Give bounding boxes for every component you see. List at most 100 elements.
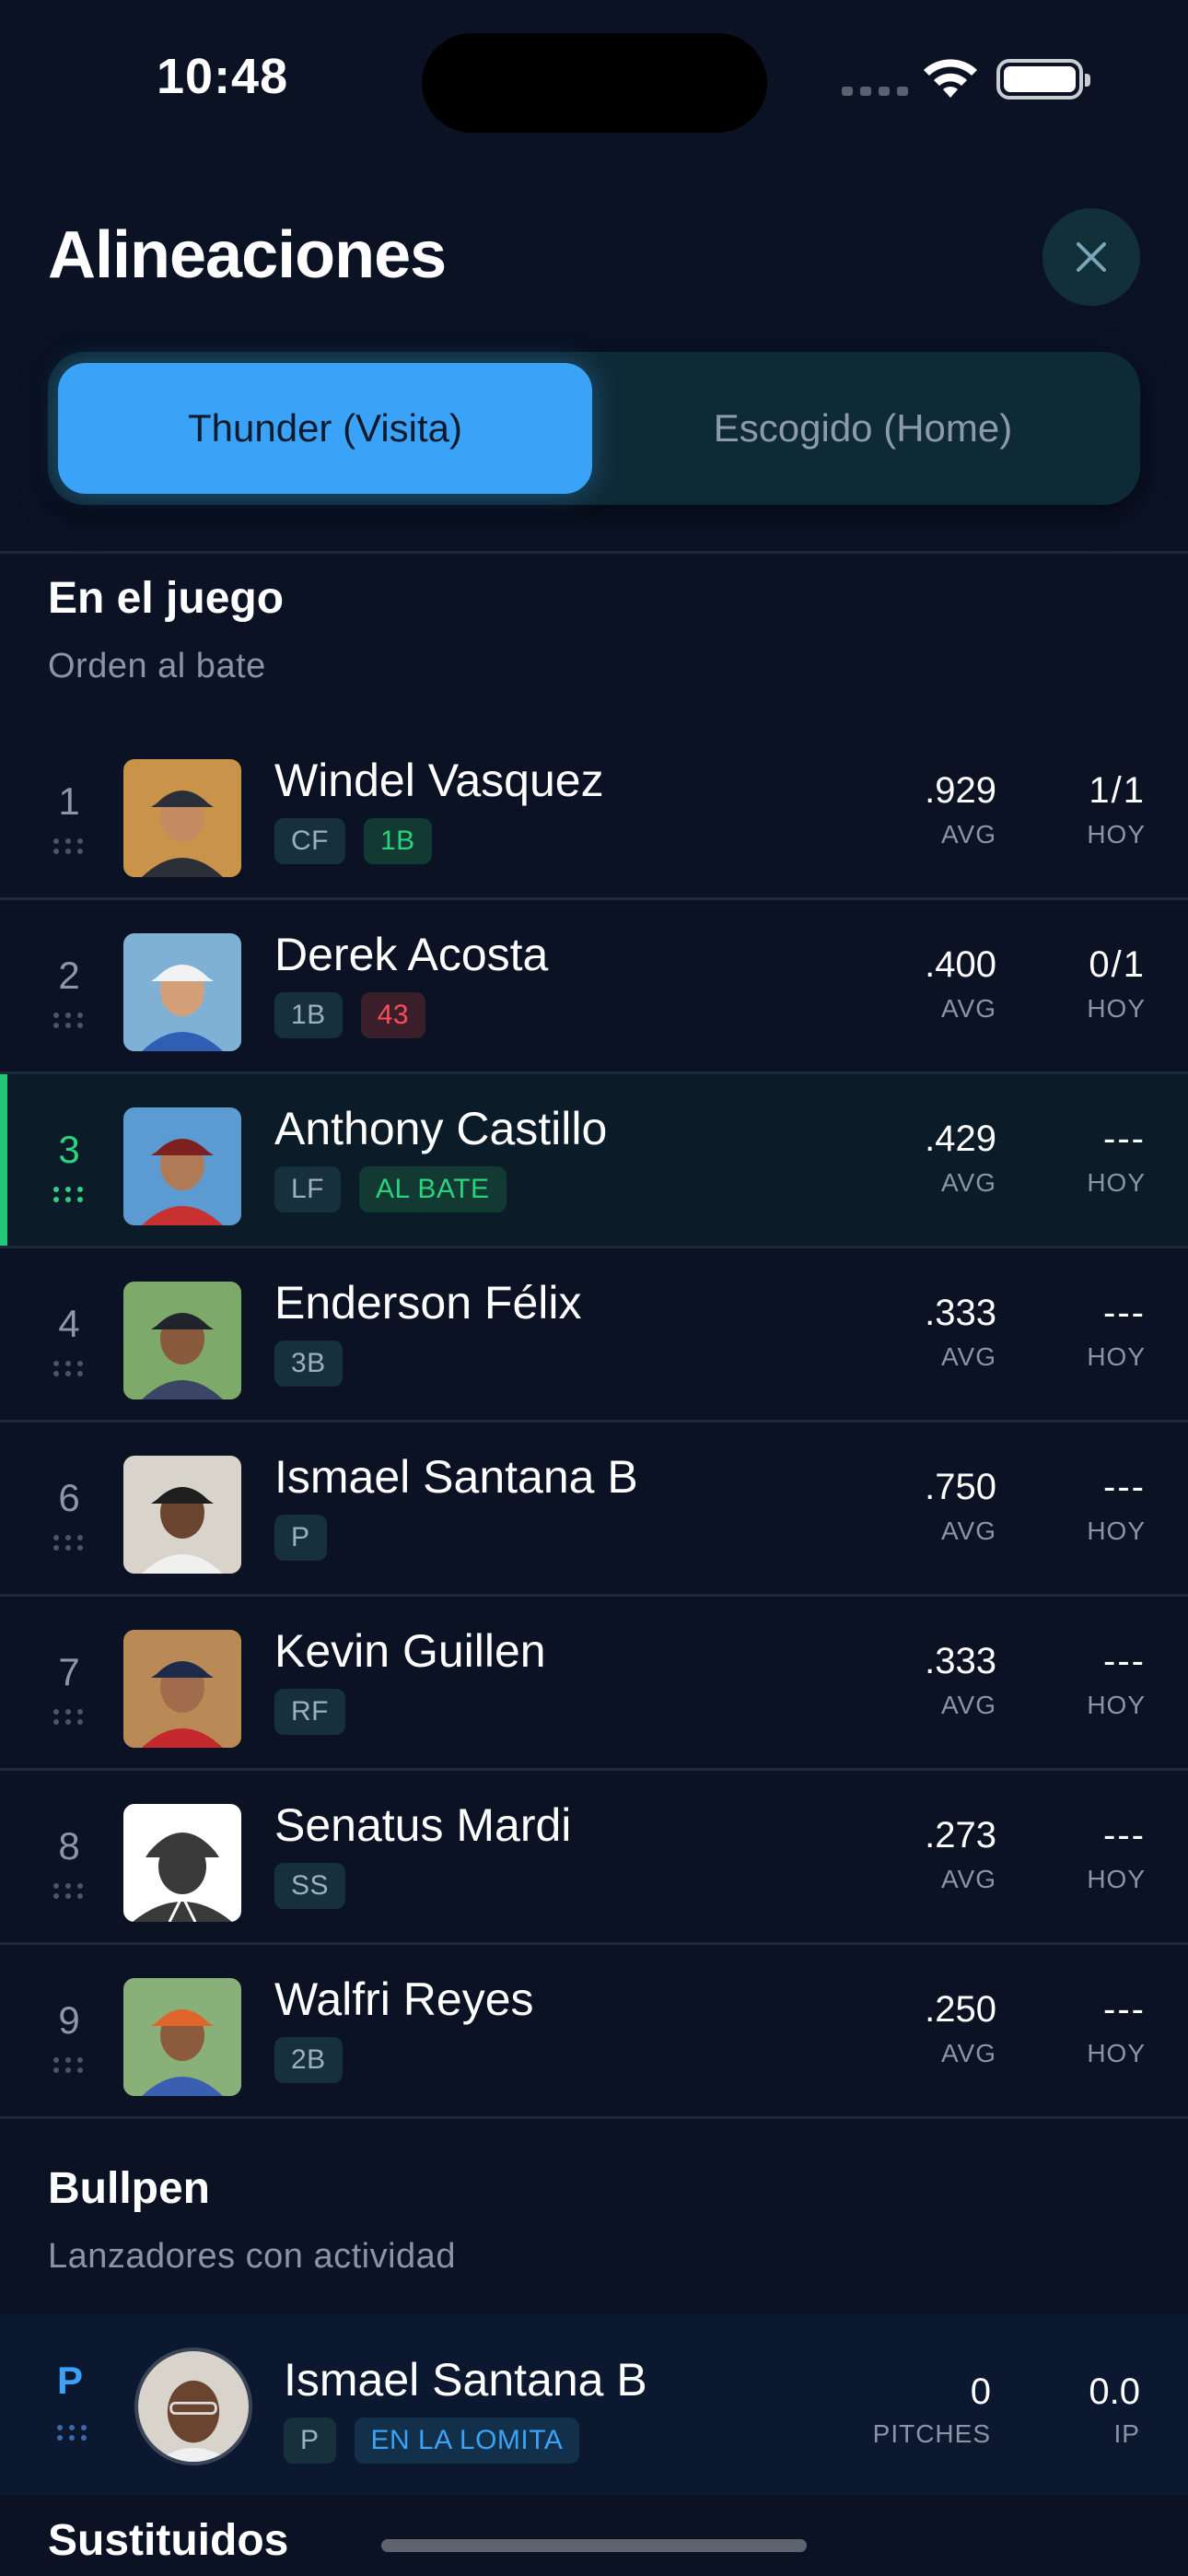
close-button[interactable] bbox=[1042, 208, 1140, 306]
team-segmented-control: Thunder (Visita) Escogido (Home) bbox=[48, 352, 1140, 505]
home-indicator[interactable] bbox=[381, 2539, 807, 2552]
drag-handle-icon[interactable] bbox=[53, 838, 83, 854]
innings-pitched-value: 0.0 bbox=[1089, 2371, 1140, 2412]
drag-handle-icon[interactable] bbox=[53, 1013, 83, 1028]
today-label: HOY bbox=[1087, 1691, 1146, 1719]
avg-label: AVG bbox=[940, 994, 996, 1023]
bullpen-badges: P EN LA LOMITA bbox=[284, 2418, 580, 2464]
drag-handle-icon[interactable] bbox=[53, 1883, 83, 1899]
batting-order: 2 bbox=[58, 954, 80, 997]
position-badge: P bbox=[284, 2418, 336, 2464]
drag-handle-icon[interactable] bbox=[53, 1187, 83, 1202]
avg-value: .429 bbox=[925, 1118, 996, 1159]
batting-order: 9 bbox=[58, 1998, 80, 2042]
position-badge: RF bbox=[274, 1689, 345, 1735]
avg-label: AVG bbox=[940, 1342, 996, 1371]
lineup-row[interactable]: 6 Ismael Santana B P .750 AVG --- HOY bbox=[0, 1423, 1188, 1597]
avg-label: AVG bbox=[940, 1516, 996, 1545]
section-subtitle-bullpen: Lanzadores con actividad bbox=[48, 2237, 456, 2276]
avg-value: .333 bbox=[925, 1293, 996, 1333]
pitches-value: 0 bbox=[970, 2371, 991, 2412]
avatar bbox=[123, 1978, 241, 2096]
avg-label: AVG bbox=[940, 2039, 996, 2067]
avatar bbox=[123, 1456, 241, 1574]
today-label: HOY bbox=[1087, 1865, 1146, 1893]
status-badge: 1B bbox=[364, 818, 432, 864]
today-value: --- bbox=[1103, 1467, 1146, 1507]
today-label: HOY bbox=[1087, 820, 1146, 849]
batting-order: 1 bbox=[58, 779, 80, 823]
lineup-row[interactable]: 7 Kevin Guillen RF .333 AVG --- HOY bbox=[0, 1597, 1188, 1771]
lineup-row[interactable]: 1 Windel Vasquez CF 1B .929 AVG 1/1 HOY bbox=[0, 726, 1188, 900]
tab-home-team[interactable]: Escogido (Home) bbox=[596, 363, 1130, 494]
today-value: --- bbox=[1103, 1815, 1146, 1856]
drag-handle-icon[interactable] bbox=[53, 1361, 83, 1376]
lineup-row[interactable]: 8 Senatus Mardi SS .273 AVG --- HOY bbox=[0, 1771, 1188, 1945]
today-value: --- bbox=[1103, 1293, 1146, 1333]
batting-order: 4 bbox=[58, 1302, 80, 1345]
innings-pitched-label: IP bbox=[1113, 2419, 1140, 2448]
position-badge: 3B bbox=[274, 1341, 343, 1387]
avatar bbox=[123, 1282, 241, 1399]
player-name: Derek Acosta bbox=[274, 929, 549, 980]
avatar bbox=[123, 759, 241, 877]
drag-handle-icon[interactable] bbox=[53, 1535, 83, 1551]
player-name: Senatus Mardi bbox=[274, 1799, 572, 1851]
divider bbox=[0, 551, 1188, 554]
lineup-row[interactable]: 3 Anthony Castillo LF AL BATE .429 AVG --… bbox=[0, 1074, 1188, 1248]
avg-label: AVG bbox=[940, 1168, 996, 1197]
avatar bbox=[123, 933, 241, 1051]
player-name: Enderson Félix bbox=[274, 1277, 582, 1329]
avg-label: AVG bbox=[940, 1865, 996, 1893]
avatar bbox=[123, 1804, 241, 1922]
today-label: HOY bbox=[1087, 2039, 1146, 2067]
avg-value: .250 bbox=[925, 1989, 996, 2030]
tab-visitor-team[interactable]: Thunder (Visita) bbox=[58, 363, 592, 494]
bullpen-row[interactable]: P Ismael Santana B P EN LA LOMITA 0 PITC… bbox=[0, 2314, 1188, 2495]
player-name: Windel Vasquez bbox=[274, 755, 604, 806]
drag-handle-icon[interactable] bbox=[53, 2057, 83, 2073]
avatar bbox=[123, 1107, 241, 1225]
player-badges: 2B bbox=[274, 2037, 343, 2083]
lineup-row[interactable]: 9 Walfri Reyes 2B .250 AVG --- HOY bbox=[0, 1945, 1188, 2119]
status-time: 10:48 bbox=[157, 49, 289, 104]
player-badges: 1B 43 bbox=[274, 992, 426, 1038]
avatar bbox=[123, 1630, 241, 1748]
lineup-row[interactable]: 2 Derek Acosta 1B 43 .400 AVG 0/1 HOY bbox=[0, 900, 1188, 1074]
player-badges: RF bbox=[274, 1689, 345, 1735]
lineup-row[interactable]: 4 Enderson Félix 3B .333 AVG --- HOY bbox=[0, 1248, 1188, 1423]
status-badge: AL BATE bbox=[359, 1166, 507, 1212]
position-badge: 1B bbox=[274, 992, 343, 1038]
section-subtitle-lineup: Orden al bate bbox=[48, 647, 266, 685]
player-badges: SS bbox=[274, 1863, 346, 1909]
position-badge: SS bbox=[274, 1863, 346, 1909]
drag-handle-icon[interactable] bbox=[53, 1709, 83, 1725]
bullpen-player-name: Ismael Santana B bbox=[284, 2354, 647, 2406]
bullpen-position: P bbox=[57, 2359, 84, 2402]
page-title: Alineaciones bbox=[48, 218, 447, 292]
player-name: Walfri Reyes bbox=[274, 1973, 534, 2025]
position-badge: P bbox=[274, 1515, 327, 1561]
avg-value: .750 bbox=[925, 1467, 996, 1507]
today-value: --- bbox=[1103, 1641, 1146, 1681]
today-value: --- bbox=[1103, 1989, 1146, 2030]
player-badges: LF AL BATE bbox=[274, 1166, 507, 1212]
status-badge: EN LA LOMITA bbox=[354, 2418, 580, 2464]
section-title-lineup: En el juego bbox=[48, 574, 285, 623]
section-title-bullpen: Bullpen bbox=[48, 2164, 210, 2213]
avatar bbox=[134, 2348, 252, 2465]
today-label: HOY bbox=[1087, 1342, 1146, 1371]
today-value: 0/1 bbox=[1089, 944, 1146, 985]
player-badges: CF 1B bbox=[274, 818, 432, 864]
player-name: Ismael Santana B bbox=[274, 1451, 638, 1503]
position-badge: CF bbox=[274, 818, 345, 864]
avg-value: .333 bbox=[925, 1641, 996, 1681]
position-badge: 2B bbox=[274, 2037, 343, 2083]
drag-handle-icon[interactable] bbox=[57, 2425, 87, 2441]
avg-value: .400 bbox=[925, 944, 996, 985]
avg-value: .929 bbox=[925, 770, 996, 811]
player-name: Kevin Guillen bbox=[274, 1625, 546, 1677]
cellular-signal-icon bbox=[842, 87, 908, 96]
today-label: HOY bbox=[1087, 1516, 1146, 1545]
batting-order: 8 bbox=[58, 1824, 80, 1868]
